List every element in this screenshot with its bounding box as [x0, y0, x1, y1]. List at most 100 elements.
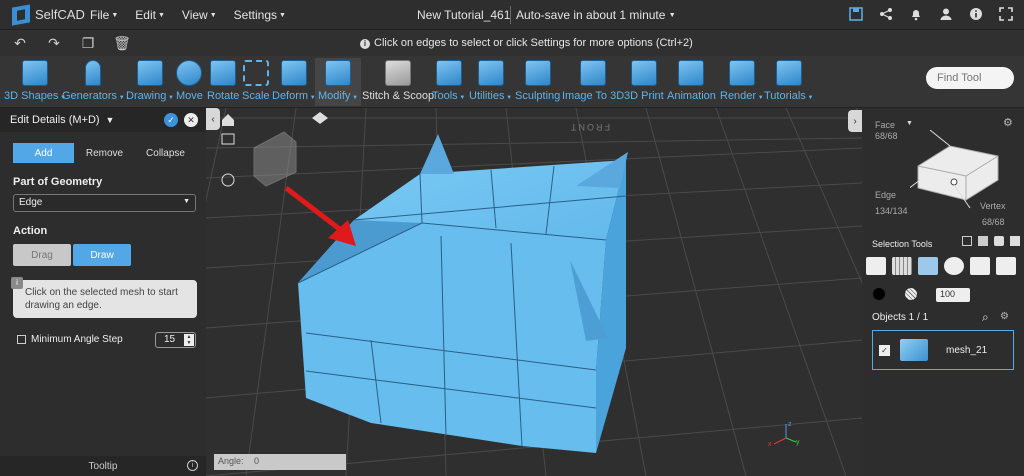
select-cube-icon[interactable] [866, 257, 886, 275]
face-caret-icon[interactable]: ▼ [906, 120, 913, 127]
globe-icon [221, 173, 235, 187]
part-of-geometry-label: Part of Geometry [13, 176, 103, 188]
search-icon[interactable]: ⌕ [982, 310, 989, 325]
front-label: FRONT [569, 122, 610, 132]
find-tool-input[interactable] [926, 67, 1014, 89]
mode-collapse-button[interactable]: Collapse [135, 143, 196, 163]
svg-text:x: x [768, 441, 772, 448]
cube-icon [22, 60, 49, 86]
undo-icon[interactable]: ↶ [12, 35, 28, 51]
red-arrow-annotation [284, 186, 356, 246]
tool-animation[interactable]: Animation [667, 60, 716, 102]
tool-image-to-3d[interactable]: Image To 3D [562, 60, 624, 102]
minimum-angle-label: Minimum Angle Step [31, 334, 123, 345]
save-icon[interactable] [848, 6, 864, 22]
ghost-cube [253, 131, 297, 187]
3d-viewport[interactable]: FRONT z x y Angle: 0 ‹ [206, 108, 862, 476]
minimum-angle-step-row[interactable]: Minimum Angle Step [17, 334, 123, 345]
select-face-icon[interactable] [970, 257, 990, 275]
tool-3d-shapes[interactable]: 3D Shapes ▼ [4, 60, 66, 102]
part-of-geometry-select[interactable]: Edge ▼ [13, 194, 196, 212]
tool-tutorials[interactable]: Tutorials ▼ [764, 60, 813, 102]
select-brush-icon[interactable] [996, 257, 1016, 275]
paint-select-icon[interactable] [994, 236, 1004, 246]
objects-settings-icon[interactable]: ⚙ [1000, 311, 1009, 322]
face-count: 68/68 [875, 131, 898, 141]
tool-drawing[interactable]: Drawing ▼ [126, 60, 174, 102]
edge-label: Edge [875, 190, 897, 200]
tool-3d-print[interactable]: 3D Print [624, 60, 664, 102]
tool-stitch-scoop[interactable]: Stitch & Scoop [362, 60, 434, 102]
tooltip-info-icon[interactable]: i [187, 460, 198, 471]
selection-tools-label: Selection Tools [872, 239, 933, 249]
tip-box: i Click on the selected mesh to start dr… [11, 277, 197, 318]
notification-bell-icon[interactable] [908, 6, 924, 22]
copy-icon[interactable]: ❐ [80, 35, 96, 51]
size-stepper[interactable]: 100 [936, 288, 970, 302]
menu-file[interactable]: File ▼ [90, 8, 118, 22]
lasso-select-icon[interactable] [978, 236, 988, 246]
select-connected-icon[interactable] [918, 257, 938, 275]
tooltip-bar[interactable]: Tooltip i [0, 456, 206, 476]
fullscreen-icon[interactable] [998, 6, 1014, 22]
edit-details-panel: Edit Details (M+D) ▼ ✓ ✕ Add Remove Coll… [0, 108, 206, 476]
menu-settings[interactable]: Settings ▼ [234, 8, 286, 22]
drawing-icon [136, 60, 163, 86]
tool-tools[interactable]: Tools ▼ [432, 60, 465, 102]
tool-deform[interactable]: Deform ▼ [272, 60, 316, 102]
select-caret-icon: ▼ [183, 198, 190, 205]
modify-icon [325, 60, 351, 86]
rotate-icon [210, 60, 237, 86]
tool-scale[interactable]: Scale [242, 60, 270, 102]
tool-utilities[interactable]: Utilities ▼ [469, 60, 512, 102]
tool-generators[interactable]: Generators ▼ [62, 60, 125, 102]
autosave-status[interactable]: Auto-save in about 1 minute ▼ [516, 8, 676, 22]
confirm-check-icon[interactable]: ✓ [164, 113, 178, 127]
minimum-angle-stepper[interactable]: 15 ▲ ▼ [155, 332, 196, 348]
object-row-mesh-21[interactable]: ✓ mesh_21 [872, 330, 1014, 370]
draw-button[interactable]: Draw [73, 244, 131, 266]
scale-icon [242, 60, 269, 86]
panel-header: Edit Details (M+D) ▼ ✓ ✕ [0, 108, 206, 132]
deselect-icon[interactable] [1010, 236, 1020, 246]
left-panel-collapse-chevron-icon[interactable]: ‹ [206, 108, 220, 130]
mode-remove-button[interactable]: Remove [74, 143, 135, 163]
select-loop-icon[interactable] [944, 257, 964, 275]
tool-sculpting[interactable]: Sculpting [515, 60, 560, 102]
angle-readout: Angle: 0 [214, 454, 346, 470]
info-icon[interactable] [968, 6, 984, 22]
generator-icon [85, 60, 102, 86]
tutorials-icon [775, 60, 802, 86]
close-icon[interactable]: ✕ [184, 113, 198, 127]
box-select-icon[interactable] [962, 236, 972, 246]
menu-view[interactable]: View ▼ [182, 8, 217, 22]
document-title[interactable]: New Tutorial_461 [417, 8, 510, 22]
vertex-label: Vertex [980, 201, 1006, 211]
selection-mode-cube-icon[interactable] [910, 130, 1005, 210]
user-icon[interactable] [938, 6, 954, 22]
trash-icon[interactable]: 🗑 [113, 35, 131, 51]
share-icon[interactable] [878, 6, 894, 22]
mode-add-button[interactable]: Add [13, 143, 74, 163]
scene-canvas[interactable]: FRONT z x y [206, 108, 862, 476]
minimum-angle-checkbox[interactable] [17, 335, 26, 344]
tool-modify[interactable]: Modify ▼ [315, 58, 362, 106]
tip-info-icon: i [11, 277, 23, 289]
logo-text: SelfCAD [35, 7, 85, 22]
printer-icon [630, 60, 657, 86]
selfcad-logo-icon [12, 3, 30, 26]
collapse-caret-icon[interactable]: ▼ [106, 115, 115, 125]
menu-edit[interactable]: Edit ▼ [135, 8, 165, 22]
drag-button[interactable]: Drag [13, 244, 71, 266]
object-visibility-checkbox[interactable]: ✓ [879, 344, 890, 356]
tool-rotate[interactable]: Rotate [207, 60, 239, 102]
settings-gear-icon[interactable]: ⚙ [1003, 116, 1013, 129]
tool-render[interactable]: Render ▼ [720, 60, 764, 102]
redo-icon[interactable]: ↷ [46, 35, 62, 51]
right-panel-collapse-chevron-icon[interactable]: › [848, 110, 862, 132]
color-swatch-icon[interactable] [873, 288, 885, 300]
title-divider [510, 6, 511, 24]
select-grid-icon[interactable] [892, 257, 912, 275]
tool-move[interactable]: Move [176, 60, 203, 102]
texture-swatch-icon[interactable] [905, 288, 917, 300]
